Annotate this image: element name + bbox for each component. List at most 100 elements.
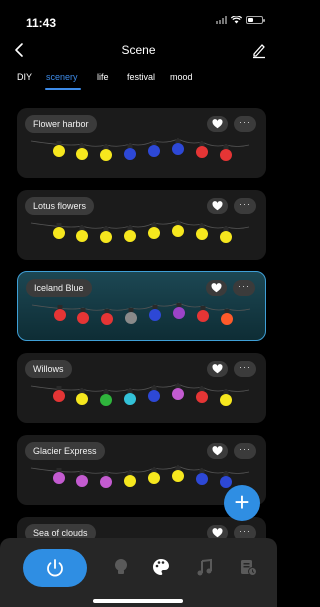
light-bulb [54,309,66,321]
light-bulb [100,476,112,488]
bulb-cap [80,308,86,312]
bulb-cap [175,139,181,143]
light-bulb [77,312,89,324]
bulb-cap [103,145,109,149]
light-bulb [196,473,208,485]
heart-icon [212,528,223,538]
light-bulb [76,475,88,487]
light-bulb [172,143,184,155]
light-bulb [148,227,160,239]
light-bulb [76,230,88,242]
light-bulb [53,227,65,239]
bulb-cap [223,145,229,149]
nav-schedule[interactable] [237,556,259,578]
more-icon: ··· [239,526,251,536]
light-bulb [148,472,160,484]
light-bulb [197,310,209,322]
bulb-cap [152,305,158,309]
bulb-cap [127,471,133,475]
light-bulb [220,231,232,243]
bulb-cap [175,466,181,470]
light-bulb [124,475,136,487]
nav-scene[interactable] [150,556,172,578]
bulb-cap [199,224,205,228]
bulb-cap [151,141,157,145]
bulb-cap [56,141,62,145]
power-button[interactable] [23,549,87,587]
bulb-cap [79,471,85,475]
bulb-cap [128,308,134,312]
power-icon [47,559,63,577]
scene-card[interactable]: Iceland Blue ··· [17,271,266,341]
bulb-cap [200,306,206,310]
light-bulb [124,393,136,405]
light-bulb [148,390,160,402]
light-bulb [196,146,208,158]
bulb-cap [79,226,85,230]
scene-card[interactable]: Willows ··· [17,353,266,423]
schedule-icon [241,560,257,576]
light-bulb [172,388,184,400]
light-bulb [173,307,185,319]
light-string-preview [30,138,250,161]
bulb-cap [223,227,229,231]
light-bulb [100,394,112,406]
home-indicator [93,599,183,603]
light-bulb [172,225,184,237]
bulb-cap [175,384,181,388]
bulb-cap [223,472,229,476]
light-bulb [101,313,113,325]
light-bulb [220,476,232,488]
light-bulb [196,228,208,240]
nav-bulb[interactable] [110,556,132,578]
bulb-cap [127,144,133,148]
bulb-icon [115,559,127,574]
bulb-cap [79,389,85,393]
light-bulb [220,149,232,161]
light-bulb [124,230,136,242]
light-bulb [53,390,65,402]
bulb-cap [56,386,62,390]
light-string-preview [31,302,251,325]
light-bulb [221,313,233,325]
bulb-cap [56,468,62,472]
light-wire [30,138,250,147]
add-icon: + [234,487,250,517]
light-bulb [53,472,65,484]
bulb-cap [223,390,229,394]
bulb-cap [151,386,157,390]
bulb-cap [103,227,109,231]
light-bulb [220,394,232,406]
light-bulb [148,145,160,157]
light-string-preview [30,383,250,406]
light-wire [30,383,250,392]
light-bulb [124,148,136,160]
bulb-cap [151,468,157,472]
add-scene-button[interactable]: + [224,485,260,521]
light-bulb [76,148,88,160]
bulb-cap [175,221,181,225]
bulb-cap [199,469,205,473]
bulb-cap [103,390,109,394]
light-bulb [53,145,65,157]
light-wire [30,220,250,229]
scene-card[interactable]: Flower harbor ··· [17,108,266,178]
palette-icon [153,559,169,575]
bulb-cap [127,389,133,393]
bulb-cap [151,223,157,227]
light-bulb [172,470,184,482]
light-bulb [125,312,137,324]
light-bulb [100,231,112,243]
bulb-cap [56,223,62,227]
light-wire [31,302,251,311]
bulb-cap [127,226,133,230]
bulb-cap [79,144,85,148]
bulb-cap [104,309,110,313]
nav-music[interactable] [194,556,216,578]
light-bulb [149,309,161,321]
scene-card[interactable]: Lotus flowers ··· [17,190,266,260]
light-wire [30,465,250,474]
light-string-preview [30,220,250,243]
music-icon [197,558,212,576]
bottom-nav [0,538,277,607]
